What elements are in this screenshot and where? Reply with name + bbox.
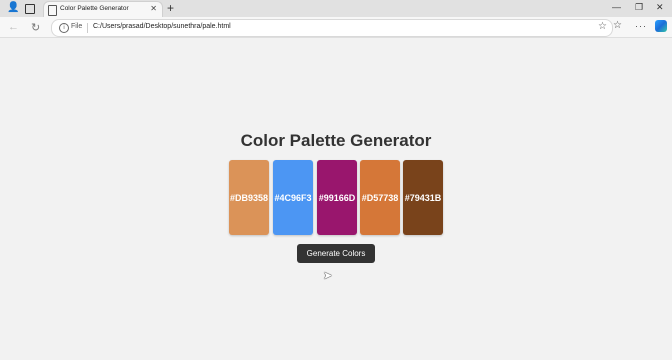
swatch-hex-label: #79431B (404, 192, 442, 203)
url-text[interactable]: C:/Users/prasad/Desktop/sunethra/pale.ht… (93, 23, 231, 30)
generate-colors-button[interactable]: Generate Colors (297, 244, 375, 263)
color-swatch: #79431B (403, 160, 443, 235)
favorite-star-icon[interactable]: ☆ (598, 21, 607, 32)
page-content: Color Palette Generator #DB9358 #4C96F3 … (0, 38, 672, 360)
color-swatch: #D57738 (360, 160, 400, 235)
mouse-cursor-icon: ➤ (323, 270, 333, 282)
color-swatch: #4C96F3 (273, 160, 313, 235)
copilot-icon[interactable] (655, 20, 667, 32)
swatch-hex-label: #D57738 (361, 192, 399, 203)
tab-title: Color Palette Generator (60, 5, 129, 12)
swatch-hex-label: #4C96F3 (274, 192, 312, 203)
more-options-icon[interactable]: ··· (635, 21, 647, 31)
tab-actions-icon[interactable] (25, 4, 35, 14)
window-close-icon[interactable]: ✕ (656, 2, 664, 13)
address-separator (87, 23, 88, 33)
browser-toolbar: ← ↻ i File C:/Users/prasad/Desktop/sunet… (0, 17, 672, 38)
back-icon[interactable]: ← (8, 21, 19, 33)
refresh-icon[interactable]: ↻ (31, 21, 40, 34)
browser-tab[interactable]: Color Palette Generator ✕ (43, 1, 163, 18)
favorites-icon[interactable]: ☆ (613, 20, 622, 31)
color-swatch: #99166D (317, 160, 357, 235)
page-icon (48, 5, 57, 16)
tab-close-icon[interactable]: ✕ (150, 4, 157, 13)
new-tab-icon[interactable]: + (167, 1, 174, 15)
address-bar[interactable]: i File C:/Users/prasad/Desktop/sunethra/… (51, 19, 613, 37)
profile-icon[interactable]: 👤 (7, 2, 19, 14)
page-title: Color Palette Generator (240, 131, 432, 150)
browser-title-bar: 👤 Color Palette Generator ✕ + — ❐ ✕ (0, 0, 672, 18)
address-scheme-label: File (71, 23, 83, 30)
color-swatch: #DB9358 (229, 160, 269, 235)
info-icon[interactable]: i (59, 23, 69, 33)
swatch-hex-label: #99166D (318, 192, 356, 203)
maximize-icon[interactable]: ❐ (635, 2, 643, 13)
swatch-hex-label: #DB9358 (229, 192, 269, 203)
minimize-icon[interactable]: — (612, 2, 621, 12)
color-palette: #DB9358 #4C96F3 #99166D #D57738 #79431B (229, 160, 443, 235)
